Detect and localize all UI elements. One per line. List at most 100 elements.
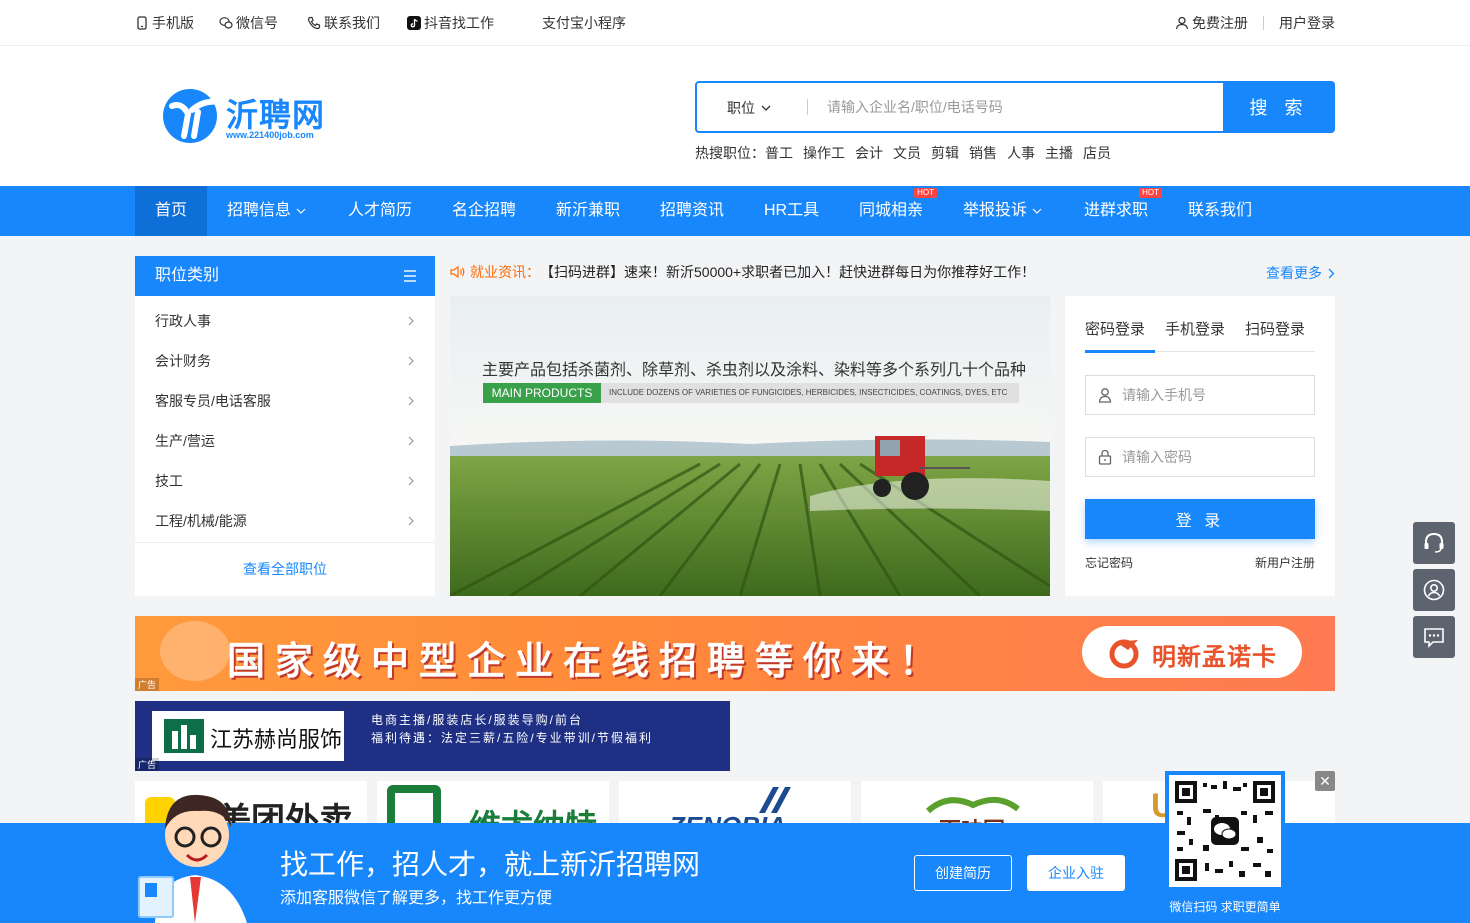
category-label: 生产/营运 [155,433,215,449]
menu-icon [404,270,416,282]
alipay-link[interactable]: 支付宝小程序 [542,13,626,33]
search-type-select[interactable]: 职位 [727,98,771,118]
mobile-link[interactable]: 手机版 [135,13,194,33]
category-label: 会计财务 [155,353,211,369]
tab-active-indicator [1085,350,1155,353]
header: 沂聘网 www.221400job.com 职位 搜 索 热搜职位： 普工 操作… [0,46,1470,186]
nav-label: 招聘资讯 [660,202,725,219]
customer-service-button[interactable] [1413,522,1455,564]
hot-search-item[interactable]: 剪辑 [931,143,959,163]
nav-report[interactable]: 举报投诉 [943,186,1062,236]
ad-banner-clothing[interactable]: 江苏赫尚服饰 电商主播/服装店长/服装导购/前台 福利待遇：法定三薪/五险/专业… [135,701,730,771]
hot-search-item[interactable]: 操作工 [803,143,845,163]
qr-caption: 微信扫码 求职更简单 [1169,900,1281,914]
category-item[interactable]: 工程/机械/能源 [135,501,435,541]
phone-field [1085,375,1315,415]
hot-search-item[interactable]: 会计 [855,143,883,163]
user-center-button[interactable] [1413,569,1455,611]
chevron-right-icon [408,436,414,446]
site-logo[interactable]: 沂聘网 www.221400job.com [160,84,340,148]
nav-parttime[interactable]: 新沂兼职 [536,186,640,236]
nav-news[interactable]: 招聘资讯 [640,186,744,236]
category-item[interactable]: 生产/营运 [135,421,435,461]
hot-search-item[interactable]: 主播 [1045,143,1073,163]
nav-dating[interactable]: 同城相亲 HOT [839,186,943,236]
hot-search-item[interactable]: 销售 [969,143,997,163]
douyin-label: 抖音找工作 [424,15,494,31]
nav-label: 联系我们 [1188,202,1253,219]
news-ticker: 就业资讯： 【扫码进群】速来！新沂50000+求职者已加入！赶快进群每日为你推荐… [450,256,1335,288]
user-icon [1175,16,1189,30]
tab-password-login[interactable]: 密码登录 [1085,318,1145,339]
user-circle-icon [1423,579,1445,601]
nav-join-group[interactable]: 进群求职 HOT [1064,186,1168,236]
search-input[interactable] [827,93,1207,121]
hot-search: 热搜职位： 普工 操作工 会计 文员 剪辑 销售 人事 主播 店员 [695,143,1111,163]
news-more-link[interactable]: 查看更多 [1266,263,1335,283]
category-item[interactable]: 行政人事 [135,301,435,341]
hot-search-item[interactable]: 普工 [765,143,793,163]
nav-label: HR工具 [764,202,820,219]
hot-search-item[interactable]: 人事 [1007,143,1035,163]
ad-banner-recruit[interactable]: 国家级中型企业在线招聘等你来！ 明新孟诺卡 广告 [135,616,1335,691]
chevron-down-icon [761,105,771,111]
wechat-qr-code [1165,771,1285,891]
category-label: 客服专员/电话客服 [155,393,271,409]
category-item[interactable]: 会计财务 [135,341,435,381]
building-logo-icon [164,719,204,753]
tab-phone-login[interactable]: 手机登录 [1165,318,1225,339]
farm-field-image [450,296,1050,596]
nav-resumes[interactable]: 人才简历 [328,186,432,236]
nav-jobs[interactable]: 招聘信息 [207,186,326,236]
chevron-right-icon [408,356,414,366]
qr-code-icon [1169,775,1281,887]
nav-label: 首页 [155,202,188,219]
top-bar: 手机版 微信号 联系我们 抖音找工作 支付宝小程序 免费注册 用户登录 [0,0,1470,46]
divider [1263,16,1264,30]
news-text[interactable]: 【扫码进群】速来！新沂50000+求职者已加入！赶快进群每日为你推荐好工作！ [540,262,1035,282]
chevron-down-icon [296,208,306,214]
contact-link[interactable]: 联系我们 [307,13,380,33]
ad2-line2: 福利待遇：法定三薪/五险/专业带训/节假福利 [371,731,654,745]
message-icon [1424,628,1444,648]
new-user-register-link[interactable]: 新用户注册 [1255,554,1315,571]
banner-tag-sub: INCLUDE DOZENS OF VARIETIES OF FUNGICIDE… [601,383,1019,403]
speaker-icon [450,265,465,279]
hot-search-item[interactable]: 文员 [893,143,921,163]
mascot-illustration [138,794,247,923]
category-item[interactable]: 技工 [135,461,435,501]
register-link[interactable]: 免费注册 [1175,13,1248,33]
ad-tag: 广告 [135,758,160,771]
alipay-label: 支付宝小程序 [542,15,626,31]
search-button[interactable]: 搜 索 [1223,81,1335,133]
nav-companies[interactable]: 名企招聘 [432,186,536,236]
password-input[interactable] [1122,449,1302,465]
close-icon[interactable]: ✕ [1315,771,1335,791]
feedback-button[interactable] [1413,616,1455,658]
wechat-link[interactable]: 微信号 [219,13,278,33]
create-resume-button[interactable]: 创建简历 [914,855,1012,891]
login-link[interactable]: 用户登录 [1279,13,1335,33]
wechat-icon [219,17,233,29]
nav-label: 举报投诉 [963,202,1028,219]
nav-label: 人才简历 [348,202,413,219]
ad-slogan: 国家级中型企业在线招聘等你来！ [227,641,948,683]
logo-url: www.221400job.com [226,130,314,140]
nav-label: 招聘信息 [227,202,292,219]
hero-banner[interactable]: 主要产品包括杀菌剂、除草剂、杀虫剂以及涂料、染料等多个系列几十个品种 MAIN … [450,296,1050,596]
nav-contact[interactable]: 联系我们 [1168,186,1272,236]
nav-home[interactable]: 首页 [135,186,208,236]
phone-input[interactable] [1122,387,1302,403]
hot-search-item[interactable]: 店员 [1083,143,1111,163]
nav-hr-tools[interactable]: HR工具 [744,186,839,236]
lock-icon [1098,449,1112,465]
douyin-link[interactable]: 抖音找工作 [407,13,494,33]
login-button[interactable]: 登 录 [1085,499,1315,539]
tab-qr-login[interactable]: 扫码登录 [1245,318,1305,339]
view-all-jobs-link[interactable]: 查看全部职位 [135,542,435,596]
forgot-password-link[interactable]: 忘记密码 [1085,554,1133,571]
search-type-label: 职位 [727,100,755,116]
category-item[interactable]: 客服专员/电话客服 [135,381,435,421]
company-join-button[interactable]: 企业入驻 [1027,855,1125,891]
bottom-title: 找工作，招人才，就上新沂招聘网 [280,849,701,880]
